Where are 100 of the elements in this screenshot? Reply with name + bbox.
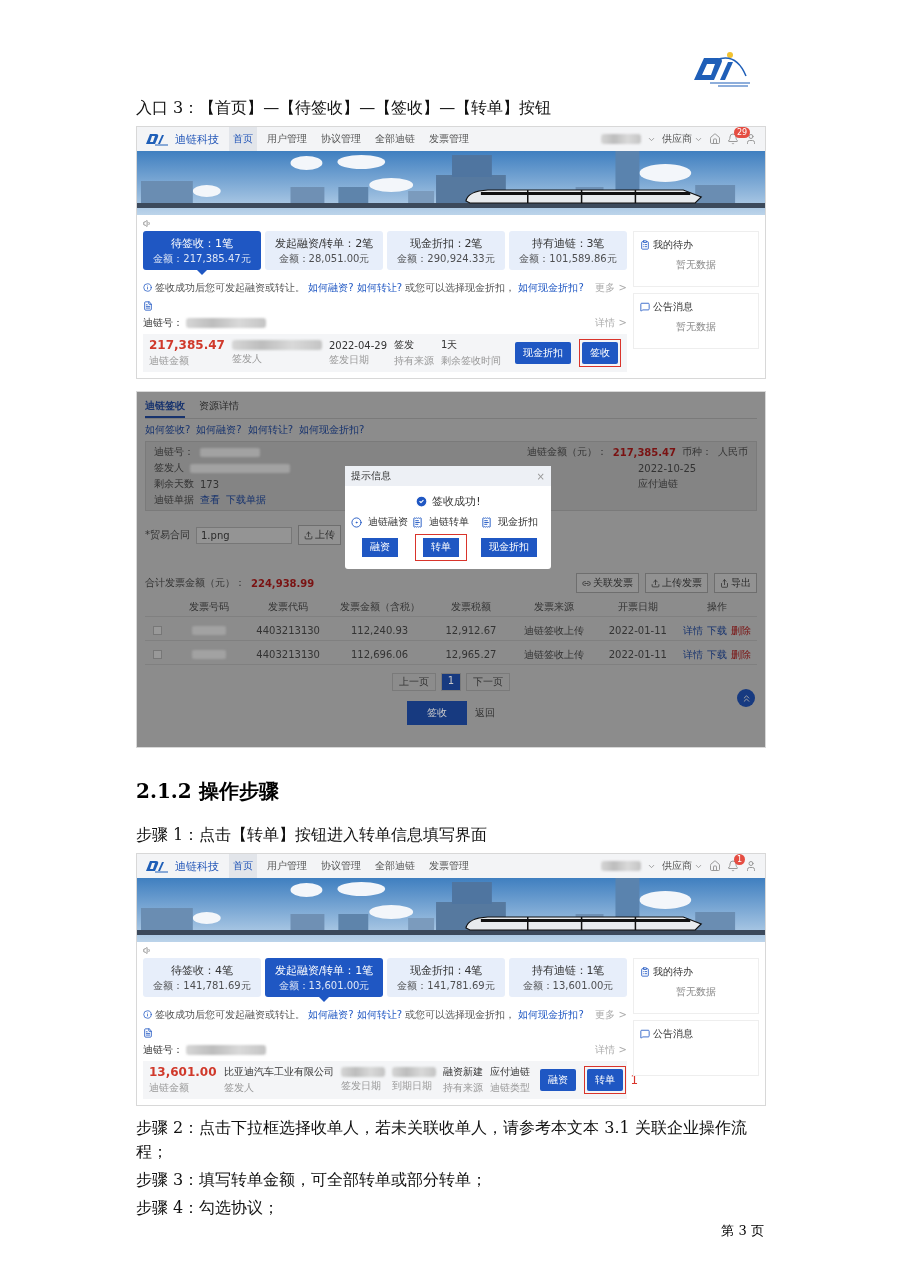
blurred-user-name [601,134,641,144]
help-link[interactable]: 如何融资? [196,423,242,437]
field-label: 签发人 [154,461,184,475]
document-link[interactable]: 下载单据 [226,493,266,507]
summary-tab[interactable]: 持有迪链：3笔 金额：101,589.86元 [509,231,627,270]
help-link[interactable]: 如何转让? [247,423,293,437]
user-icon[interactable] [745,860,757,872]
chat-bubble-icon [640,301,650,312]
total-label: 合计发票金额（元）： [145,576,245,590]
section-heading: 2.1.2 操作步骤 [136,778,280,805]
user-icon[interactable] [745,133,757,145]
table-cell-text: 112,696.06 [349,649,410,660]
nav-menu-item[interactable]: 全部迪链 [371,854,419,878]
total-amount: 224,938.99 [251,577,315,589]
help-link[interactable]: 如何签收? [145,423,191,437]
dialog-title: 提示信息 [351,469,391,483]
option-button[interactable]: 转单 [414,534,467,561]
nav-menu-item[interactable]: 首页 [229,127,257,151]
action-button[interactable]: 现金折扣 [512,339,574,367]
toolbar-button[interactable]: 关联发票 [576,573,639,593]
summary-tab[interactable]: 现金折扣：4笔 金额：141,781.69元 [387,958,505,997]
body-text: 步骤 3：填写转单金额，可全部转单或部分转单； [136,1169,489,1191]
scroll-top-button[interactable] [737,689,755,707]
role-dropdown[interactable]: 供应商 [662,859,703,873]
page-tab[interactable]: 迪链签收 [145,396,185,418]
share-icon [720,578,729,588]
nav-menu-item[interactable]: 用户管理 [263,854,311,878]
table-cell-text: 12,965.27 [444,649,498,660]
nav-menu-item[interactable]: 首页 [229,854,257,878]
summary-tab[interactable]: 发起融资/转单：2笔 金额：28,051.00元 [265,231,383,270]
body-text: 入口 3：【首页】—【待签收】—【签收】—【转单】按钮 [136,97,553,119]
field-label: 迪链类型 [489,1081,530,1095]
page-tab[interactable]: 资源详情 [199,396,239,418]
help-link[interactable]: 如何转让? [356,1008,406,1020]
summary-tab[interactable]: 持有迪链：1笔 金额：13,601.00元 [509,958,627,997]
field-label: 迪链单据 [154,493,194,507]
help-link[interactable]: 如何融资? [308,1008,357,1020]
toolbar-button[interactable]: 上传发票 [645,573,708,593]
currency-label: 币种： [682,445,712,459]
help-link[interactable]: 如何现金折扣? [518,281,584,293]
chain-number-label: 迪链号： [143,315,183,330]
field-value: 比亚迪汽车工业有限公司 [223,1065,334,1079]
field-value: 1天 [441,338,459,352]
help-link[interactable]: 如何融资? [308,281,357,293]
empty-text: 暂无数据 [675,985,717,999]
field-label: 签发人 [231,352,263,366]
nav-menu-item[interactable]: 协议管理 [317,854,365,878]
row-action-link[interactable]: 下载 [707,624,728,636]
table-cell-text: 12,912.67 [444,625,498,636]
home-icon[interactable] [709,133,721,145]
page-number-button[interactable]: 1 [440,673,462,691]
notification-badge: 29 [734,127,751,138]
column-header: 发票来源 [533,599,576,614]
help-link[interactable]: 如何转让? [356,281,406,293]
help-link[interactable]: 如何现金折扣? [298,423,365,437]
nav-menu-item[interactable]: 用户管理 [263,127,311,151]
row-action-link[interactable]: 下载 [707,648,728,660]
row-action-link[interactable]: 详情 [683,648,704,660]
document-icon [143,301,153,311]
field-label: 持有来源 [442,1081,483,1095]
summary-tab[interactable]: 待签收：4笔 金额：141,781.69元 [143,958,261,997]
action-button[interactable]: 转单 [583,1066,626,1094]
brand-name: 迪链科技 [175,131,219,147]
field-label: 迪链金额 [149,1081,190,1095]
chain-number-label: 迪链号： [154,445,194,459]
blurred-value [391,1067,436,1077]
nav-menu-item[interactable]: 协议管理 [317,127,365,151]
field-label: 持有来源 [394,354,435,368]
option-button[interactable]: 融资 [353,534,406,561]
document-link[interactable]: 查看 [200,493,220,507]
empty-text: 暂无数据 [675,258,717,272]
summary-tab[interactable]: 待签收：1笔 金额：217,385.47元 [143,231,261,270]
action-button[interactable]: 签收 [579,339,621,367]
row-checkbox[interactable] [152,650,162,659]
column-header: 操作 [706,599,729,614]
file-input-field[interactable]: 1.png [196,526,292,544]
nav-menu-item[interactable]: 发票管理 [425,127,473,151]
option-label: 迪链融资 [368,515,408,529]
field-label: 签发人 [223,1081,255,1095]
field-value: 应付迪链 [638,477,679,491]
home-icon[interactable] [709,860,721,872]
sign-button[interactable]: 签收 [407,701,467,725]
field-value: 2022-10-25 [638,462,698,474]
upload-button[interactable]: 上传 [298,525,341,545]
bell-icon[interactable] [727,860,739,872]
summary-tab[interactable]: 发起融资/转单：1笔 金额：13,601.00元 [265,958,383,997]
help-link[interactable]: 如何现金折扣? [518,1008,584,1020]
summary-tab[interactable]: 现金折扣：2笔 金额：290,924.33元 [387,231,505,270]
nav-menu-item[interactable]: 发票管理 [425,854,473,878]
body-text: 步骤 1：点击【转单】按钮进入转单信息填写界面 [136,824,489,846]
nav-menu-item[interactable]: 全部迪链 [371,127,419,151]
row-checkbox[interactable] [152,626,162,635]
back-link[interactable]: 返回 [475,706,495,720]
blurred-value [340,1067,385,1077]
toolbar-button[interactable]: 导出 [714,573,757,593]
option-label: 现金折扣 [497,515,538,529]
row-action-link[interactable]: 详情 [683,624,704,636]
role-dropdown[interactable]: 供应商 [662,132,703,146]
bell-icon[interactable] [727,133,739,145]
clipboard-icon [640,239,650,250]
